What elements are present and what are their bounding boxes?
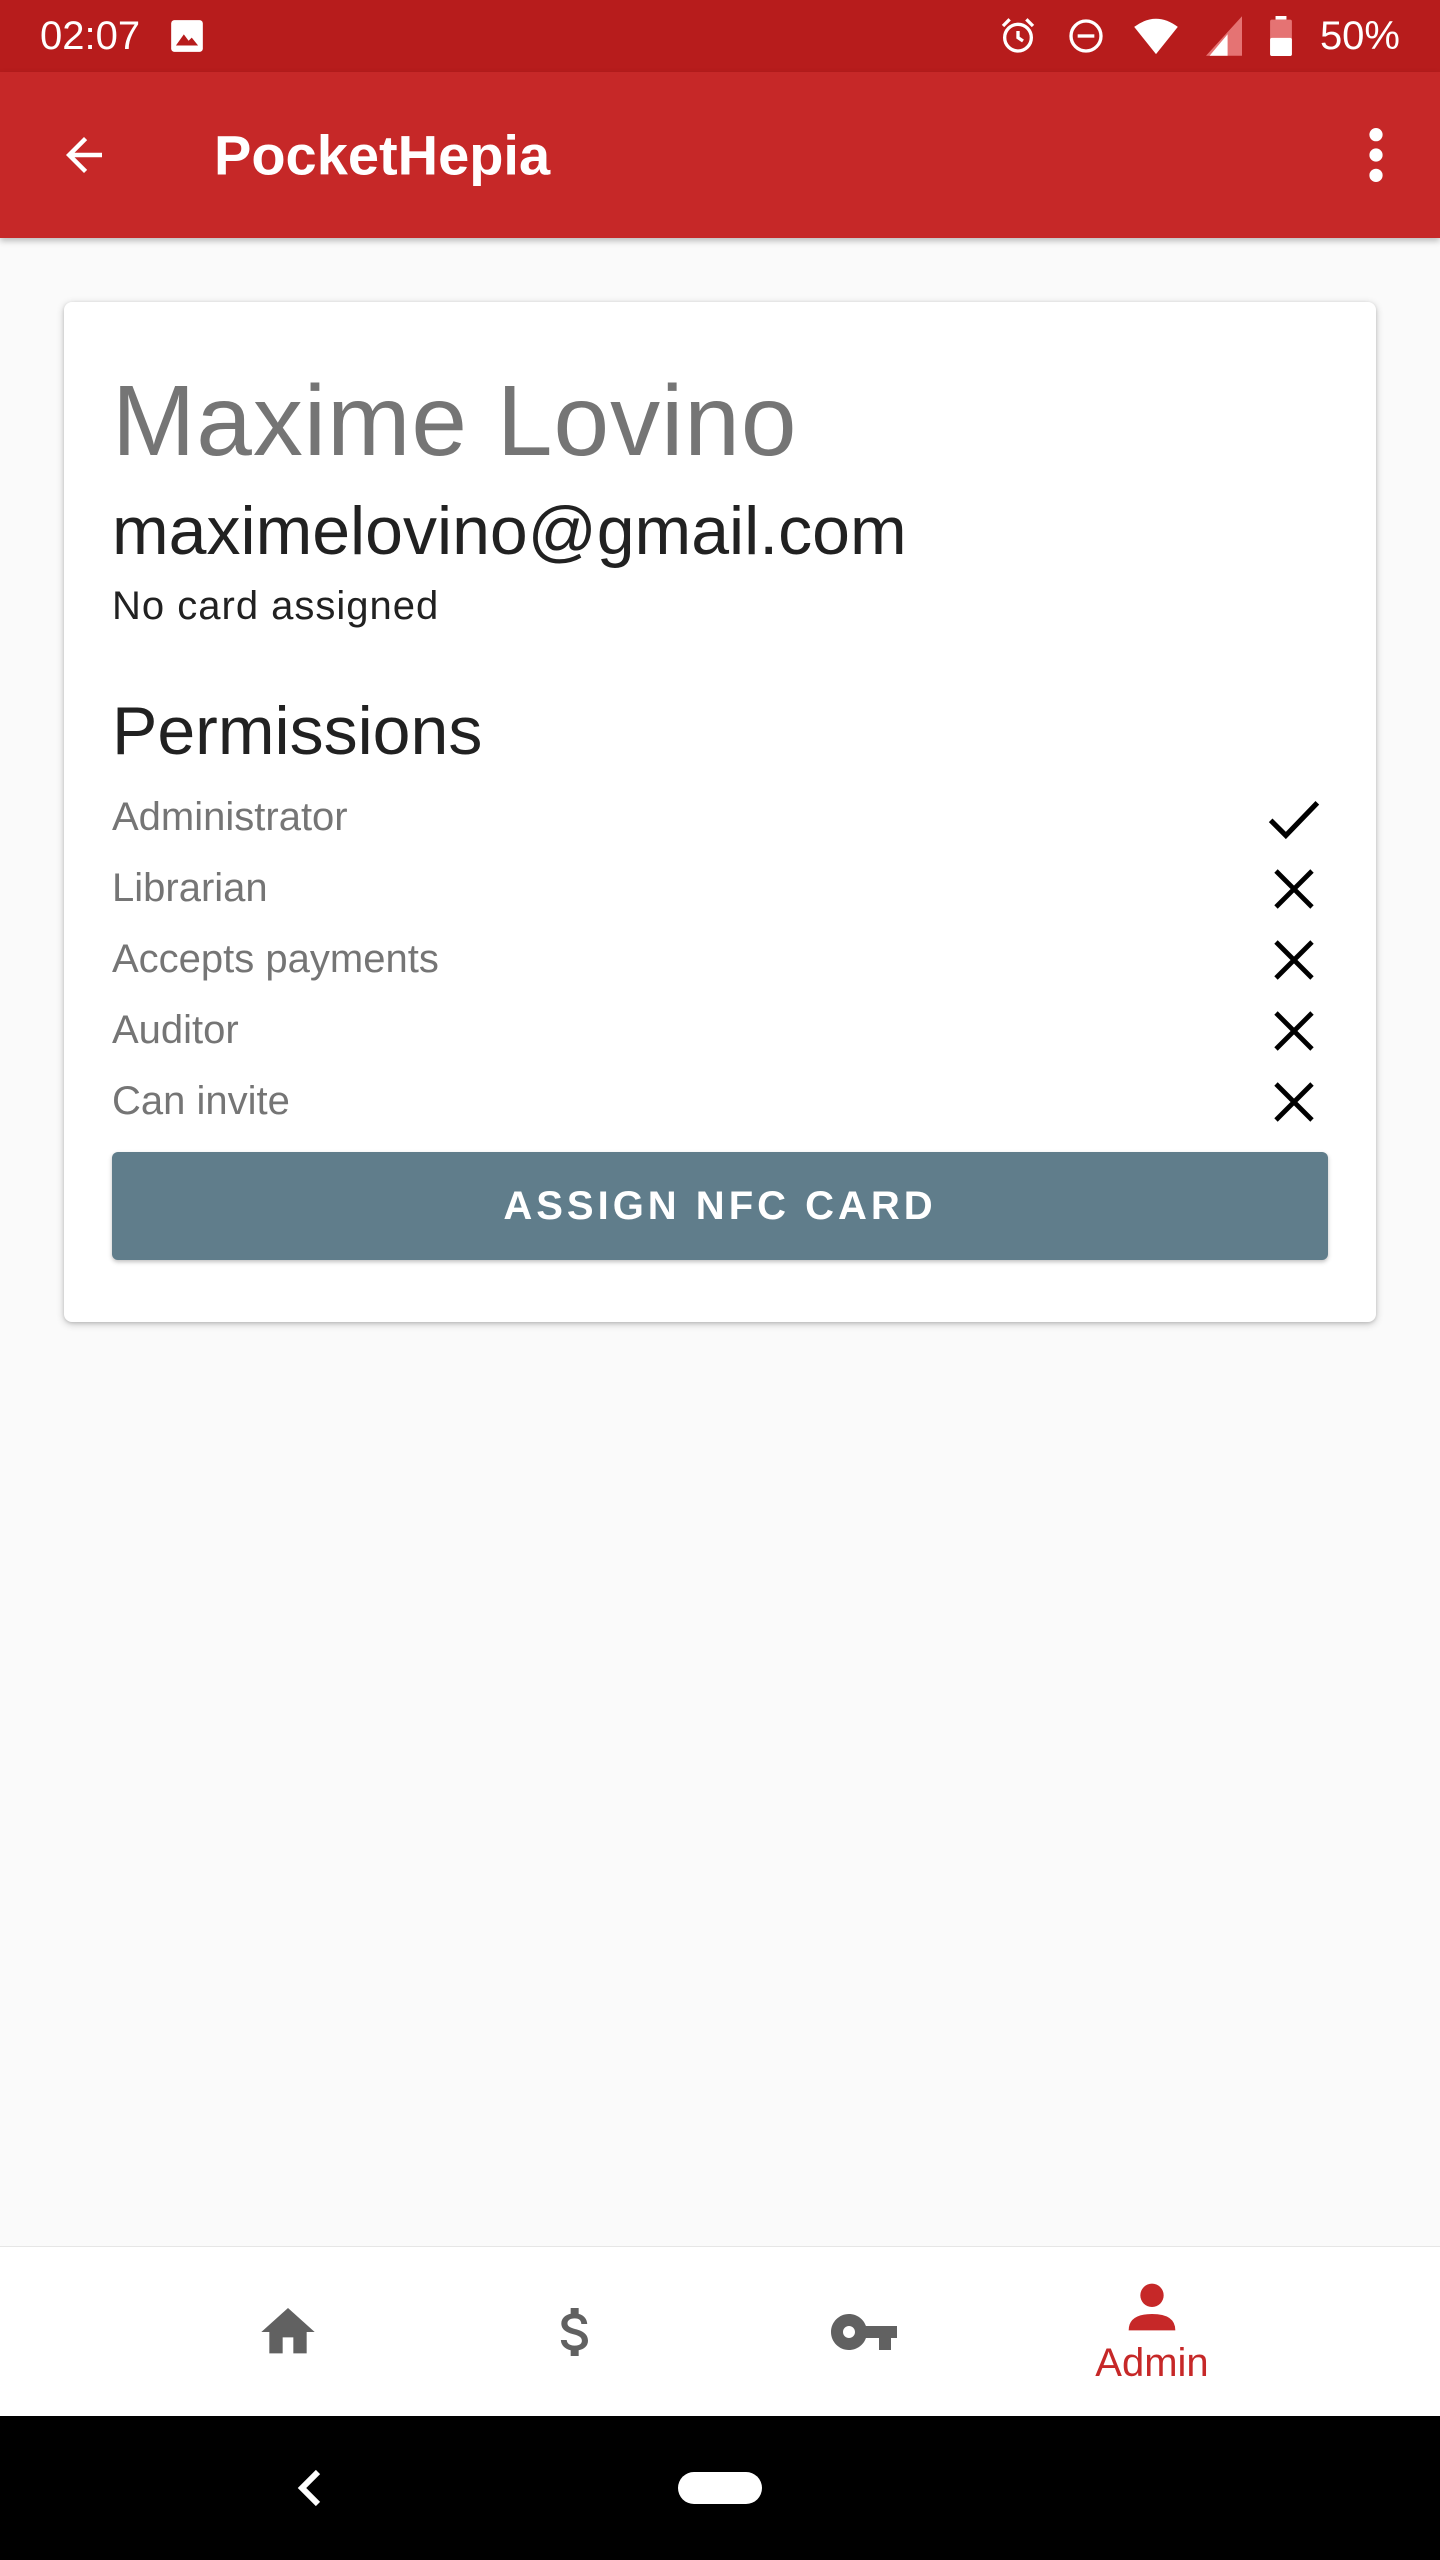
- nav-item-home[interactable]: [144, 2247, 432, 2417]
- permission-row-librarian: Librarian: [112, 853, 1328, 924]
- card-status: No card assigned: [112, 584, 440, 628]
- cell-signal-icon: [1205, 16, 1242, 56]
- user-name: Maxime Lovino: [112, 365, 798, 477]
- check-icon: [1266, 790, 1322, 846]
- permission-row-auditor: Auditor: [112, 995, 1328, 1066]
- back-button[interactable]: [52, 123, 116, 187]
- permissions-heading: Permissions: [112, 693, 483, 769]
- permission-row-accepts-payments: Accepts payments: [112, 924, 1328, 995]
- system-back-button[interactable]: [280, 2456, 340, 2520]
- more-vert-icon: [1369, 128, 1383, 182]
- permissions-list: Administrator Librarian Accepts payments…: [112, 782, 1328, 1137]
- user-email: maximelovino@gmail.com: [112, 493, 907, 569]
- permission-label: Administrator: [112, 795, 348, 839]
- nav-item-admin[interactable]: Admin: [1008, 2247, 1296, 2417]
- arrow-back-icon: [66, 137, 102, 173]
- permission-label: Can invite: [112, 1079, 290, 1123]
- bottom-navigation: Admin: [0, 2246, 1440, 2417]
- status-time: 02:07: [40, 13, 141, 58]
- battery-icon: [1270, 16, 1292, 56]
- alarm-icon: [998, 16, 1038, 56]
- permission-label: Accepts payments: [112, 937, 439, 981]
- nav-label-admin: Admin: [1095, 2340, 1209, 2385]
- permission-row-can-invite: Can invite: [112, 1066, 1328, 1137]
- nav-item-access[interactable]: [720, 2247, 1008, 2417]
- wifi-icon: [1134, 16, 1178, 56]
- permission-label: Librarian: [112, 866, 268, 910]
- overflow-menu-button[interactable]: [1352, 115, 1400, 195]
- close-icon: [1266, 1074, 1322, 1130]
- image-notification-icon: [168, 17, 206, 55]
- chevron-left-icon: [297, 2469, 321, 2507]
- permission-row-administrator: Administrator: [112, 782, 1328, 853]
- home-icon: [261, 2308, 315, 2354]
- assign-nfc-card-button[interactable]: ASSIGN NFC CARD: [112, 1152, 1328, 1260]
- nav-item-payments[interactable]: [432, 2247, 720, 2417]
- status-bar: 02:07 50%: [0, 0, 1440, 72]
- system-home-pill[interactable]: [678, 2472, 762, 2504]
- user-card: Maxime Lovino maximelovino@gmail.com No …: [64, 302, 1376, 1322]
- battery-percentage: 50%: [1319, 13, 1400, 58]
- app-title: PocketHepia: [214, 123, 551, 187]
- close-icon: [1266, 1003, 1322, 1059]
- app-bar: PocketHepia: [0, 72, 1440, 238]
- person-icon: [1128, 2283, 1176, 2330]
- close-icon: [1266, 861, 1322, 917]
- key-icon: [831, 2314, 897, 2350]
- do-not-disturb-icon: [1066, 16, 1106, 56]
- dollar-icon: [560, 2308, 588, 2356]
- close-icon: [1266, 932, 1322, 988]
- permission-label: Auditor: [112, 1008, 239, 1052]
- system-navigation-bar: [0, 2416, 1440, 2560]
